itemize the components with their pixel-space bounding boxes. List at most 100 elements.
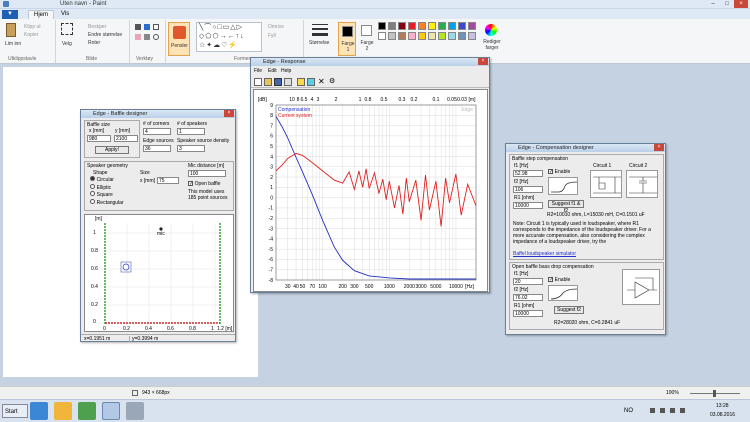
palette-swatch[interactable] <box>418 22 426 30</box>
tab-view[interactable]: Vis <box>56 10 74 19</box>
crop-button[interactable]: Beskjær <box>88 24 106 30</box>
file-menu-button[interactable]: ▼ <box>2 10 18 19</box>
shape-option[interactable]: Square <box>90 191 124 199</box>
shapes-gallery[interactable]: ╲⌒○□▭△▷ ◇⬠⬡→←↑↓ ☆✦☁♡⚡ <box>196 22 262 52</box>
language-indicator[interactable]: NO <box>624 408 633 414</box>
enable-checkbox[interactable]: ✓ Enable <box>548 169 570 175</box>
palette-swatch[interactable] <box>428 32 436 40</box>
zoom-slider-thumb[interactable] <box>713 390 716 397</box>
enable2-checkbox[interactable]: ✓ Enable <box>548 277 570 283</box>
apply-button[interactable]: Apply! <box>95 146 129 154</box>
start-button[interactable]: Start <box>2 404 28 418</box>
palette-swatch[interactable] <box>458 22 466 30</box>
suggest-f2-button[interactable]: Suggest f2 <box>554 306 584 314</box>
palette-swatch[interactable] <box>458 32 466 40</box>
density-input[interactable]: 3 <box>177 145 205 152</box>
shape-option[interactable]: Circular <box>90 176 124 184</box>
select-button[interactable]: Velg <box>62 41 72 47</box>
baffle-plot[interactable]: [m] mic 1 0.8 0.6 0.4 0.2 0 0 0.2 0.4 0.… <box>84 214 234 332</box>
response-plot[interactable]: 9 8 7 6 5 4 3 2 1 0 -1 -2 -3 -4 -5 -6 -7 -8 30 40 50 70 100 200… <box>253 89 488 292</box>
clock-time[interactable]: 13:28 <box>716 403 729 409</box>
ie-icon[interactable] <box>30 402 48 420</box>
suggest-f1-f2-button[interactable]: Suggest f1 & f2 <box>548 200 584 214</box>
outline-button[interactable]: Omriss <box>268 24 284 30</box>
palette-swatch[interactable] <box>428 22 436 30</box>
speakers-input[interactable]: 1 <box>177 128 205 135</box>
palette-swatch[interactable] <box>408 22 416 30</box>
edit-colors-button[interactable]: Rediger farger <box>480 22 504 56</box>
settings-icon[interactable]: ⚙ <box>329 77 335 86</box>
edge-taskbar-icon[interactable] <box>126 402 144 420</box>
copy-button[interactable]: Kopier <box>24 32 38 38</box>
magnifier-icon[interactable] <box>153 34 159 40</box>
radio[interactable] <box>90 191 95 196</box>
pencil-icon[interactable] <box>135 24 141 30</box>
f1b-input[interactable]: 20 <box>513 278 543 285</box>
text-icon[interactable] <box>153 24 159 30</box>
open-icon[interactable] <box>264 78 272 86</box>
palette-swatch[interactable] <box>468 32 476 40</box>
close-icon[interactable]: × <box>734 0 748 8</box>
palette-swatch[interactable] <box>448 32 456 40</box>
palette-swatch[interactable] <box>408 32 416 40</box>
f1-input[interactable]: 52.98 <box>513 170 543 177</box>
open-baffle-checkbox[interactable]: ✓ Open baffle <box>188 181 220 187</box>
simulator-link[interactable]: Baffel loudspeaker simulator <box>513 251 576 257</box>
baffle-y-input[interactable]: 2100 <box>114 135 138 142</box>
palette-swatch[interactable] <box>388 22 396 30</box>
f2b-input[interactable]: 76.02 <box>513 294 543 301</box>
eraser-icon[interactable] <box>135 34 141 40</box>
response-icon[interactable] <box>307 78 315 86</box>
color-picker-icon[interactable] <box>144 34 150 40</box>
edge-sources-input[interactable]: 36 <box>143 145 171 152</box>
network-icon[interactable] <box>670 408 675 413</box>
size-button[interactable]: Størrelse <box>306 20 336 60</box>
palette-swatch[interactable] <box>398 22 406 30</box>
close-icon[interactable]: × <box>224 110 234 117</box>
brushes-button[interactable]: Pensler <box>168 22 190 56</box>
minimize-icon[interactable]: – <box>706 0 720 8</box>
palette-swatch[interactable] <box>468 22 476 30</box>
palette-swatch[interactable] <box>378 32 386 40</box>
r1-input[interactable]: 10000 <box>513 202 543 209</box>
paint-taskbar-icon[interactable] <box>102 402 120 420</box>
palette-swatch[interactable] <box>388 32 396 40</box>
palette-swatch[interactable] <box>448 22 456 30</box>
palette-swatch[interactable] <box>438 22 446 30</box>
save-icon[interactable] <box>274 78 282 86</box>
mic-distance-input[interactable]: 100 <box>188 170 226 177</box>
menu-edit[interactable]: Edit <box>268 68 277 74</box>
close-icon[interactable]: × <box>478 58 488 65</box>
palette-swatch[interactable] <box>378 22 386 30</box>
fill-button[interactable]: Fyll <box>268 33 276 39</box>
new-icon[interactable] <box>254 78 262 86</box>
r1b-input[interactable]: 10000 <box>513 310 543 317</box>
size-x-input[interactable]: 75 <box>157 177 179 184</box>
select-icon[interactable] <box>61 23 73 35</box>
fill-icon[interactable] <box>144 24 150 30</box>
explorer-icon[interactable] <box>54 402 72 420</box>
app-icon[interactable] <box>78 402 96 420</box>
radio[interactable] <box>90 183 95 189</box>
paste-button[interactable]: Lim inn <box>5 41 21 47</box>
shape-option[interactable]: Elliptic <box>90 183 124 192</box>
corners-input[interactable]: 4 <box>143 128 171 135</box>
palette-swatch[interactable] <box>438 32 446 40</box>
tab-home[interactable]: Hjem <box>28 10 55 19</box>
clock-date[interactable]: 03.08.2016 <box>710 412 735 418</box>
shape-option[interactable]: Rectangular <box>90 198 124 207</box>
maximize-icon[interactable]: □ <box>720 0 734 8</box>
cut-button[interactable]: Klipp ut <box>24 24 41 30</box>
radio-selected[interactable] <box>90 176 95 181</box>
menu-help[interactable]: Help <box>281 68 291 74</box>
f2-input[interactable]: 106 <box>513 186 543 193</box>
close-x-icon[interactable]: ✕ <box>318 77 325 86</box>
color1-button[interactable]: Farge 1 <box>338 22 356 56</box>
radio[interactable] <box>90 198 95 204</box>
resize-button[interactable]: Endre størrelse <box>88 32 122 38</box>
print-icon[interactable] <box>284 78 292 86</box>
tray-icon[interactable] <box>650 408 655 413</box>
tray-icon[interactable] <box>660 408 665 413</box>
baffle-icon[interactable] <box>297 78 305 86</box>
rotate-button[interactable]: Roter <box>88 40 100 46</box>
